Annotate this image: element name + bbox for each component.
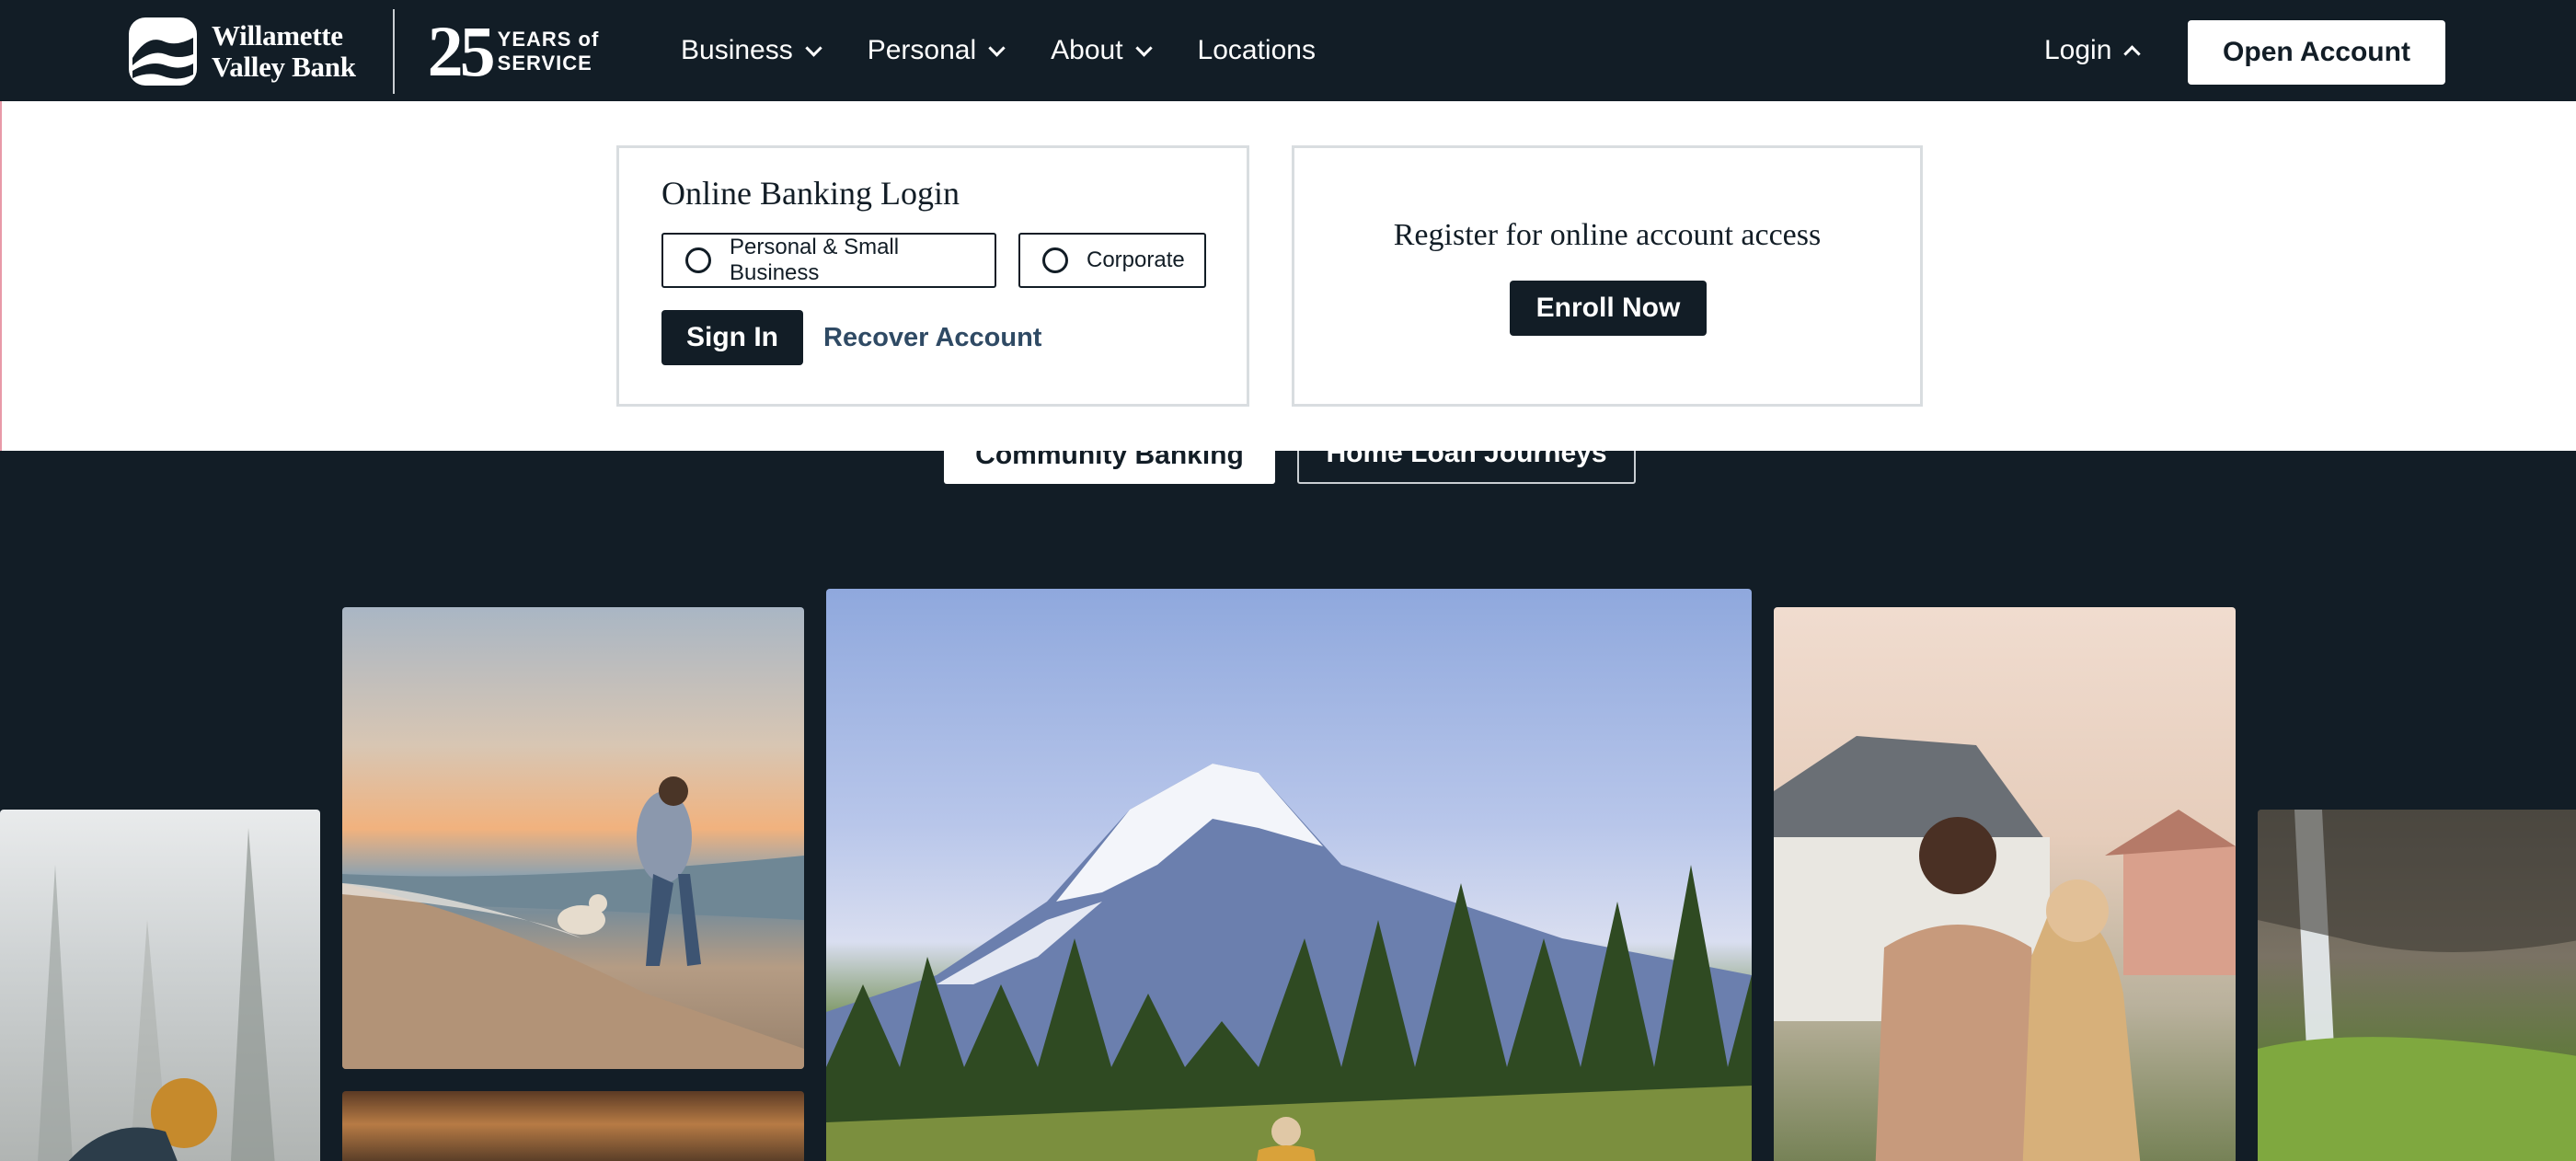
- radio-label: Personal & Small Business: [730, 235, 900, 285]
- logo-divider: [392, 9, 395, 94]
- photo-mountain-hiker: [826, 589, 1752, 1161]
- sign-in-button[interactable]: Sign In: [661, 310, 803, 365]
- chevron-down-icon: [1134, 39, 1153, 57]
- radio-circle-icon: [685, 247, 711, 273]
- menu-label: About: [1051, 35, 1123, 65]
- photo-forest-hiker: [0, 810, 320, 1161]
- photo-beach-dog: [342, 607, 804, 1069]
- online-banking-login-card: Online Banking Login Personal & Small Bu…: [616, 145, 1249, 407]
- chevron-up-icon: [2123, 44, 2142, 63]
- menu-label: Business: [681, 35, 793, 65]
- radio-personal-small-business[interactable]: Personal & Small Business: [661, 233, 996, 288]
- anniversary-line-2: SERVICE: [497, 52, 592, 75]
- radio-circle-icon: [1042, 247, 1068, 273]
- radio-corporate[interactable]: Corporate: [1018, 233, 1206, 288]
- brand-line-1: Willamette: [212, 19, 343, 52]
- menu-item-locations[interactable]: Locations: [1198, 35, 1316, 66]
- logo-mountain-icon: [129, 17, 197, 86]
- anniversary-number: 25: [427, 11, 496, 91]
- radio-label: Corporate: [1087, 247, 1185, 272]
- brand-line-2: Valley Bank: [212, 51, 356, 83]
- brand-name: Willamette Valley Bank: [212, 20, 356, 83]
- menu-label: Personal: [867, 35, 977, 65]
- photo-couple-house: [1774, 607, 2236, 1161]
- menu-item-business[interactable]: Business: [681, 35, 822, 66]
- brand-logo[interactable]: Willamette Valley Bank 25 YEARS of SERVI…: [129, 9, 600, 94]
- menu-item-about[interactable]: About: [1051, 35, 1153, 66]
- anniversary-line-1: YEARS of: [497, 28, 600, 51]
- menu-item-personal[interactable]: Personal: [867, 35, 1006, 66]
- menu-label: Locations: [1197, 35, 1316, 65]
- anniversary-text: YEARS of SERVICE: [498, 28, 600, 75]
- recover-account-link[interactable]: Recover Account: [823, 310, 1041, 365]
- anniversary-badge: 25 YEARS of SERVICE: [428, 16, 600, 87]
- chevron-down-icon: [805, 39, 822, 57]
- login-label: Login: [2044, 35, 2112, 65]
- login-card-title: Online Banking Login: [661, 175, 960, 212]
- login-toggle-button[interactable]: Login: [2044, 0, 2142, 101]
- register-title: Register for online account access: [1393, 218, 1822, 252]
- enroll-now-button[interactable]: Enroll Now: [1510, 281, 1707, 336]
- open-account-button[interactable]: Open Account: [2188, 20, 2445, 85]
- top-navigation: Willamette Valley Bank 25 YEARS of SERVI…: [0, 0, 2576, 101]
- register-card: Register for online account access Enrol…: [1292, 145, 1923, 407]
- main-menu: Business Personal About Locations: [681, 0, 1363, 101]
- page: Community Banking Home Loan Journeys Wil…: [0, 0, 2576, 1161]
- login-dropdown-panel: Online Banking Login Personal & Small Bu…: [0, 101, 2576, 451]
- photo-waterfall: [2258, 810, 2576, 1161]
- chevron-down-icon: [988, 39, 1006, 57]
- photo-cabin: [342, 1091, 804, 1161]
